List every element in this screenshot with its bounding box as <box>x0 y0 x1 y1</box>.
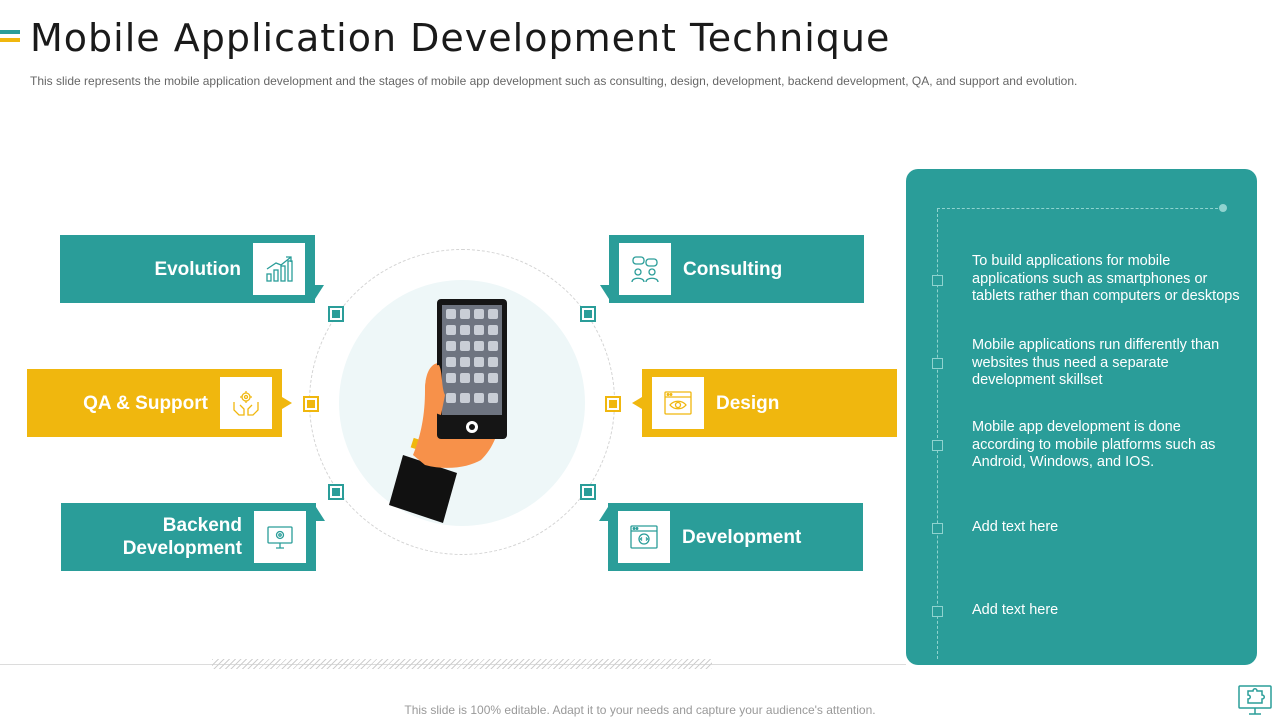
footer-note: This slide is 100% editable. Adapt it to… <box>404 703 876 717</box>
panel-connector-line <box>937 208 1223 209</box>
stage-evolution-label: Evolution <box>154 258 241 280</box>
accent-bar-teal <box>0 30 20 34</box>
panel-marker <box>932 440 943 451</box>
backend-pointer <box>316 507 325 521</box>
panel-marker <box>932 275 943 286</box>
stage-consulting: Consulting <box>609 235 864 303</box>
people-chat-icon <box>619 243 671 295</box>
qa-support-pointer <box>282 397 292 409</box>
panel-text-4: Add text here <box>972 519 1059 535</box>
page-title: Mobile Application Development Technique <box>30 16 891 60</box>
panel-text-2: Mobile applications run differently than… <box>972 337 1220 388</box>
evolution-pointer <box>315 285 324 299</box>
stage-qa-support: QA & Support <box>27 369 282 437</box>
panel-text-3: Mobile app development is done according… <box>972 419 1216 470</box>
hatched-strip <box>212 659 712 669</box>
accent-bar-yellow <box>0 38 20 42</box>
stage-backend-label: Backend Development <box>122 515 242 559</box>
stage-backend-development: Backend Development <box>61 503 316 571</box>
monitor-puzzle-icon <box>1236 684 1274 720</box>
browser-eye-icon <box>652 377 704 429</box>
ring-dot-consulting <box>580 306 596 322</box>
ring-dot-evolution <box>328 306 344 322</box>
stage-design-label: Design <box>716 392 780 414</box>
consulting-pointer <box>600 285 609 299</box>
growth-chart-icon <box>253 243 305 295</box>
hands-gear-icon <box>220 377 272 429</box>
stage-development: Development <box>608 503 863 571</box>
hand-holding-phone-icon <box>385 295 525 530</box>
design-pointer <box>632 397 642 409</box>
stage-design: Design <box>642 369 897 437</box>
stage-development-label: Development <box>682 526 802 548</box>
panel-marker <box>932 358 943 369</box>
panel-text-5: Add text here <box>972 602 1059 618</box>
ring-dot-development <box>580 484 596 500</box>
development-pointer <box>599 507 608 521</box>
ring-dot-qa-support <box>303 396 319 412</box>
browser-code-gear-icon <box>618 511 670 563</box>
ring-dot-backend <box>328 484 344 500</box>
page-subtitle: This slide represents the mobile applica… <box>30 74 1078 88</box>
monitor-gear-icon <box>254 511 306 563</box>
panel-marker <box>932 523 943 534</box>
ring-dot-design <box>605 396 621 412</box>
panel-text-1: To build applications for mobile applica… <box>972 253 1240 304</box>
stage-consulting-label: Consulting <box>683 258 783 280</box>
stage-evolution: Evolution <box>60 235 315 303</box>
title-accent-bars <box>0 30 20 46</box>
panel-marker <box>932 606 943 617</box>
panel-line-endpoint <box>1219 204 1227 212</box>
info-panel: To build applications for mobile applica… <box>906 169 1257 665</box>
stage-qa-support-label: QA & Support <box>83 392 208 414</box>
